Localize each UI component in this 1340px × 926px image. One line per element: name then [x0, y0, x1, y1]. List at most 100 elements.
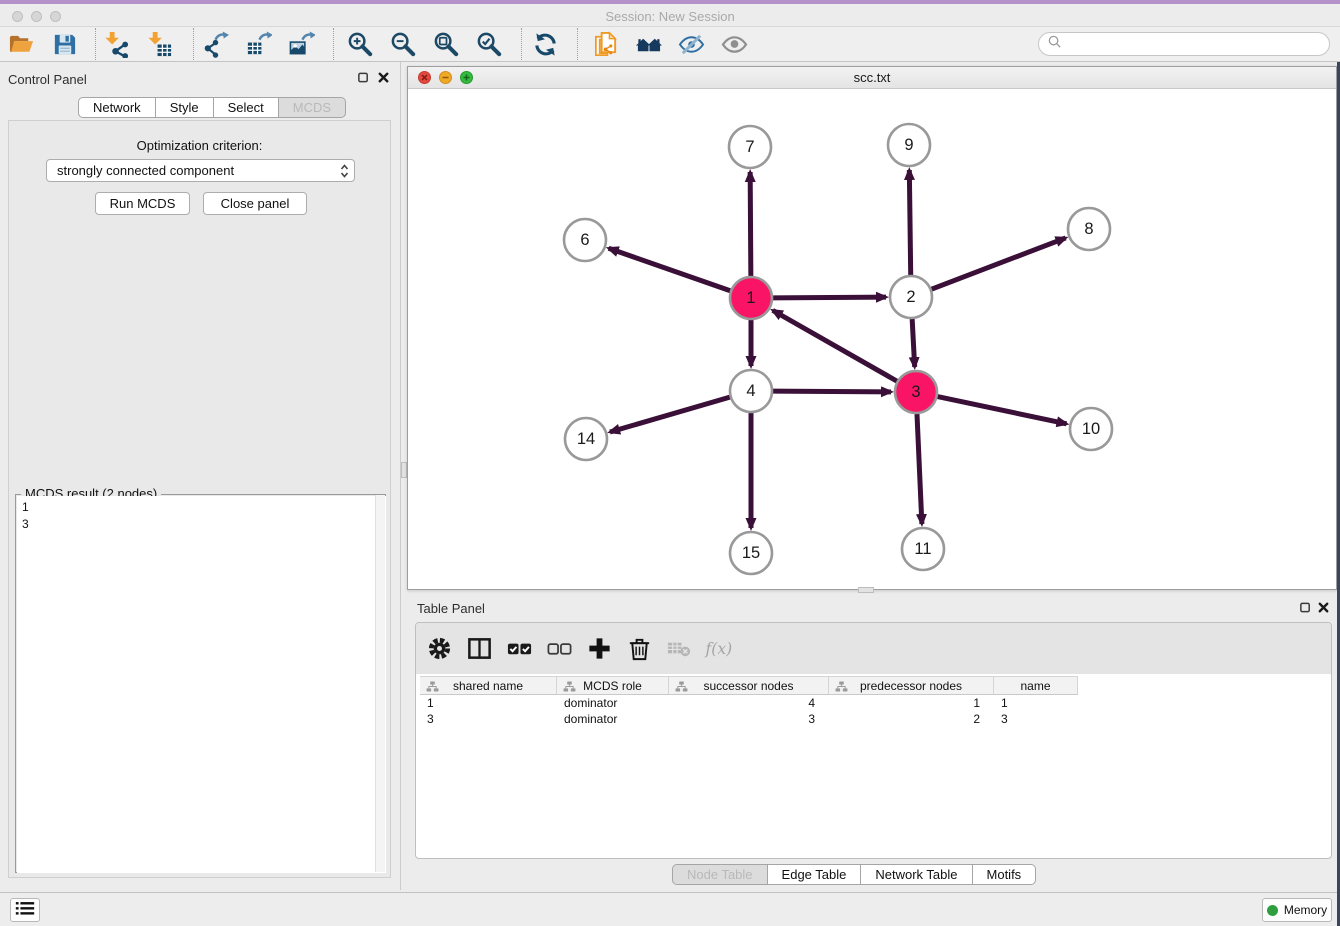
- node-3[interactable]: 3: [895, 371, 937, 413]
- node-table-grid[interactable]: shared nameMCDS rolesuccessor nodesprede…: [420, 676, 1078, 727]
- node-15[interactable]: 15: [730, 532, 772, 574]
- table-cell[interactable]: 3: [420, 711, 557, 727]
- network-window-titlebar[interactable]: scc.txt: [408, 67, 1336, 89]
- node-1[interactable]: 1: [730, 277, 772, 319]
- toolbar-group: [6, 29, 80, 60]
- toolbar-separator: [577, 28, 578, 60]
- node-6[interactable]: 6: [564, 219, 606, 261]
- delete-entry-button[interactable]: [624, 633, 655, 664]
- column-header-name[interactable]: name: [994, 676, 1078, 695]
- column-header-shared-name[interactable]: shared name: [420, 676, 557, 695]
- network-document-button[interactable]: [590, 29, 621, 60]
- close-table-panel-icon[interactable]: [1316, 600, 1331, 615]
- tab-style[interactable]: Style: [156, 97, 214, 118]
- edge-1-6[interactable]: [609, 248, 731, 290]
- home-button[interactable]: [633, 29, 664, 60]
- zoom-out-button[interactable]: [388, 29, 419, 60]
- mcds-result-list[interactable]: 13: [17, 496, 386, 873]
- optimization-criterion-label: Optimization criterion:: [9, 138, 390, 153]
- float-table-panel-icon[interactable]: [1298, 600, 1313, 615]
- refresh-layout-button[interactable]: [530, 29, 561, 60]
- table-row[interactable]: 3dominator323: [420, 711, 1078, 727]
- export-image-button[interactable]: [286, 29, 317, 60]
- close-panel-icon[interactable]: [376, 70, 391, 85]
- edge-3-11[interactable]: [917, 414, 922, 524]
- tab-mcds[interactable]: MCDS: [279, 97, 346, 118]
- deselect-all-button[interactable]: [544, 633, 575, 664]
- zoom-fit-button[interactable]: [431, 29, 462, 60]
- tree-icon: [426, 681, 439, 695]
- table-cell[interactable]: 4: [669, 695, 829, 711]
- table-cell[interactable]: 3: [994, 711, 1078, 727]
- node-11[interactable]: 11: [902, 528, 944, 570]
- node-4[interactable]: 4: [730, 370, 772, 412]
- node-9[interactable]: 9: [888, 124, 930, 166]
- refresh-layout-icon: [532, 31, 559, 58]
- splitter-handle-horizontal[interactable]: [858, 587, 874, 593]
- window-title: Session: New Session: [0, 9, 1340, 24]
- node-8[interactable]: 8: [1068, 208, 1110, 250]
- search-input[interactable]: [1066, 37, 1316, 51]
- edge-3-1[interactable]: [773, 310, 897, 381]
- network-view-window[interactable]: scc.txt 1 2 3 4 6 7 8 9 10 11 14 15: [407, 66, 1337, 590]
- save-button[interactable]: [49, 29, 80, 60]
- memory-button[interactable]: Memory: [1262, 898, 1332, 922]
- table-cell[interactable]: 2: [829, 711, 994, 727]
- select-all-button[interactable]: [504, 633, 535, 664]
- result-scrollbar[interactable]: [375, 495, 385, 872]
- tab-node-table[interactable]: Node Table: [672, 864, 768, 885]
- edge-2-3[interactable]: [912, 319, 915, 367]
- select-all-icon: [506, 635, 533, 662]
- export-network-button[interactable]: [200, 29, 231, 60]
- column-header-successor-nodes[interactable]: successor nodes: [669, 676, 829, 695]
- edge-2-9[interactable]: [909, 170, 910, 275]
- network-canvas[interactable]: 1 2 3 4 6 7 8 9 10 11 14 15: [409, 89, 1337, 590]
- show-graphics-button[interactable]: [719, 29, 750, 60]
- edge-3-10[interactable]: [938, 397, 1067, 424]
- node-7[interactable]: 7: [729, 126, 771, 168]
- edge-1-2[interactable]: [773, 297, 886, 298]
- float-panel-icon[interactable]: [356, 70, 371, 85]
- svg-text:1: 1: [746, 289, 755, 307]
- edge-2-8[interactable]: [932, 238, 1066, 289]
- edge-4-3[interactable]: [773, 391, 891, 392]
- zoom-in-button[interactable]: [345, 29, 376, 60]
- add-entry-button[interactable]: [584, 633, 615, 664]
- export-table-button[interactable]: [243, 29, 274, 60]
- node-10[interactable]: 10: [1070, 408, 1112, 450]
- main-titlebar[interactable]: Session: New Session: [0, 4, 1340, 27]
- hide-graphics-button[interactable]: [676, 29, 707, 60]
- zoom-selected-button[interactable]: [474, 29, 505, 60]
- edge-4-14[interactable]: [610, 397, 730, 432]
- criterion-dropdown[interactable]: strongly connected component: [46, 159, 355, 182]
- deselect-all-icon: [546, 635, 573, 662]
- edge-1-7[interactable]: [750, 172, 751, 276]
- node-2[interactable]: 2: [890, 276, 932, 318]
- import-network-button[interactable]: [101, 29, 132, 60]
- table-cell[interactable]: dominator: [557, 695, 669, 711]
- toolbar-group: [200, 29, 317, 60]
- tab-select[interactable]: Select: [214, 97, 279, 118]
- run-mcds-button[interactable]: Run MCDS: [95, 192, 190, 215]
- column-header-MCDS-role[interactable]: MCDS role: [557, 676, 669, 695]
- tab-edge-table[interactable]: Edge Table: [768, 864, 862, 885]
- node-14[interactable]: 14: [565, 418, 607, 460]
- table-cell[interactable]: dominator: [557, 711, 669, 727]
- close-panel-button[interactable]: Close panel: [203, 192, 307, 215]
- tab-network-table[interactable]: Network Table: [861, 864, 972, 885]
- table-row[interactable]: 1dominator411: [420, 695, 1078, 711]
- task-history-button[interactable]: [10, 898, 40, 922]
- import-table-button[interactable]: [144, 29, 175, 60]
- column-header-predecessor-nodes[interactable]: predecessor nodes: [829, 676, 994, 695]
- tab-motifs[interactable]: Motifs: [973, 864, 1037, 885]
- table-cell[interactable]: 1: [829, 695, 994, 711]
- table-cell[interactable]: 3: [669, 711, 829, 727]
- column-layout-button[interactable]: [464, 633, 495, 664]
- svg-text:4: 4: [746, 382, 755, 400]
- table-cell[interactable]: 1: [994, 695, 1078, 711]
- tab-network[interactable]: Network: [78, 97, 156, 118]
- search-box[interactable]: [1038, 32, 1330, 56]
- open-folder-button[interactable]: [6, 29, 37, 60]
- table-cell[interactable]: 1: [420, 695, 557, 711]
- settings-gear-button[interactable]: [424, 633, 455, 664]
